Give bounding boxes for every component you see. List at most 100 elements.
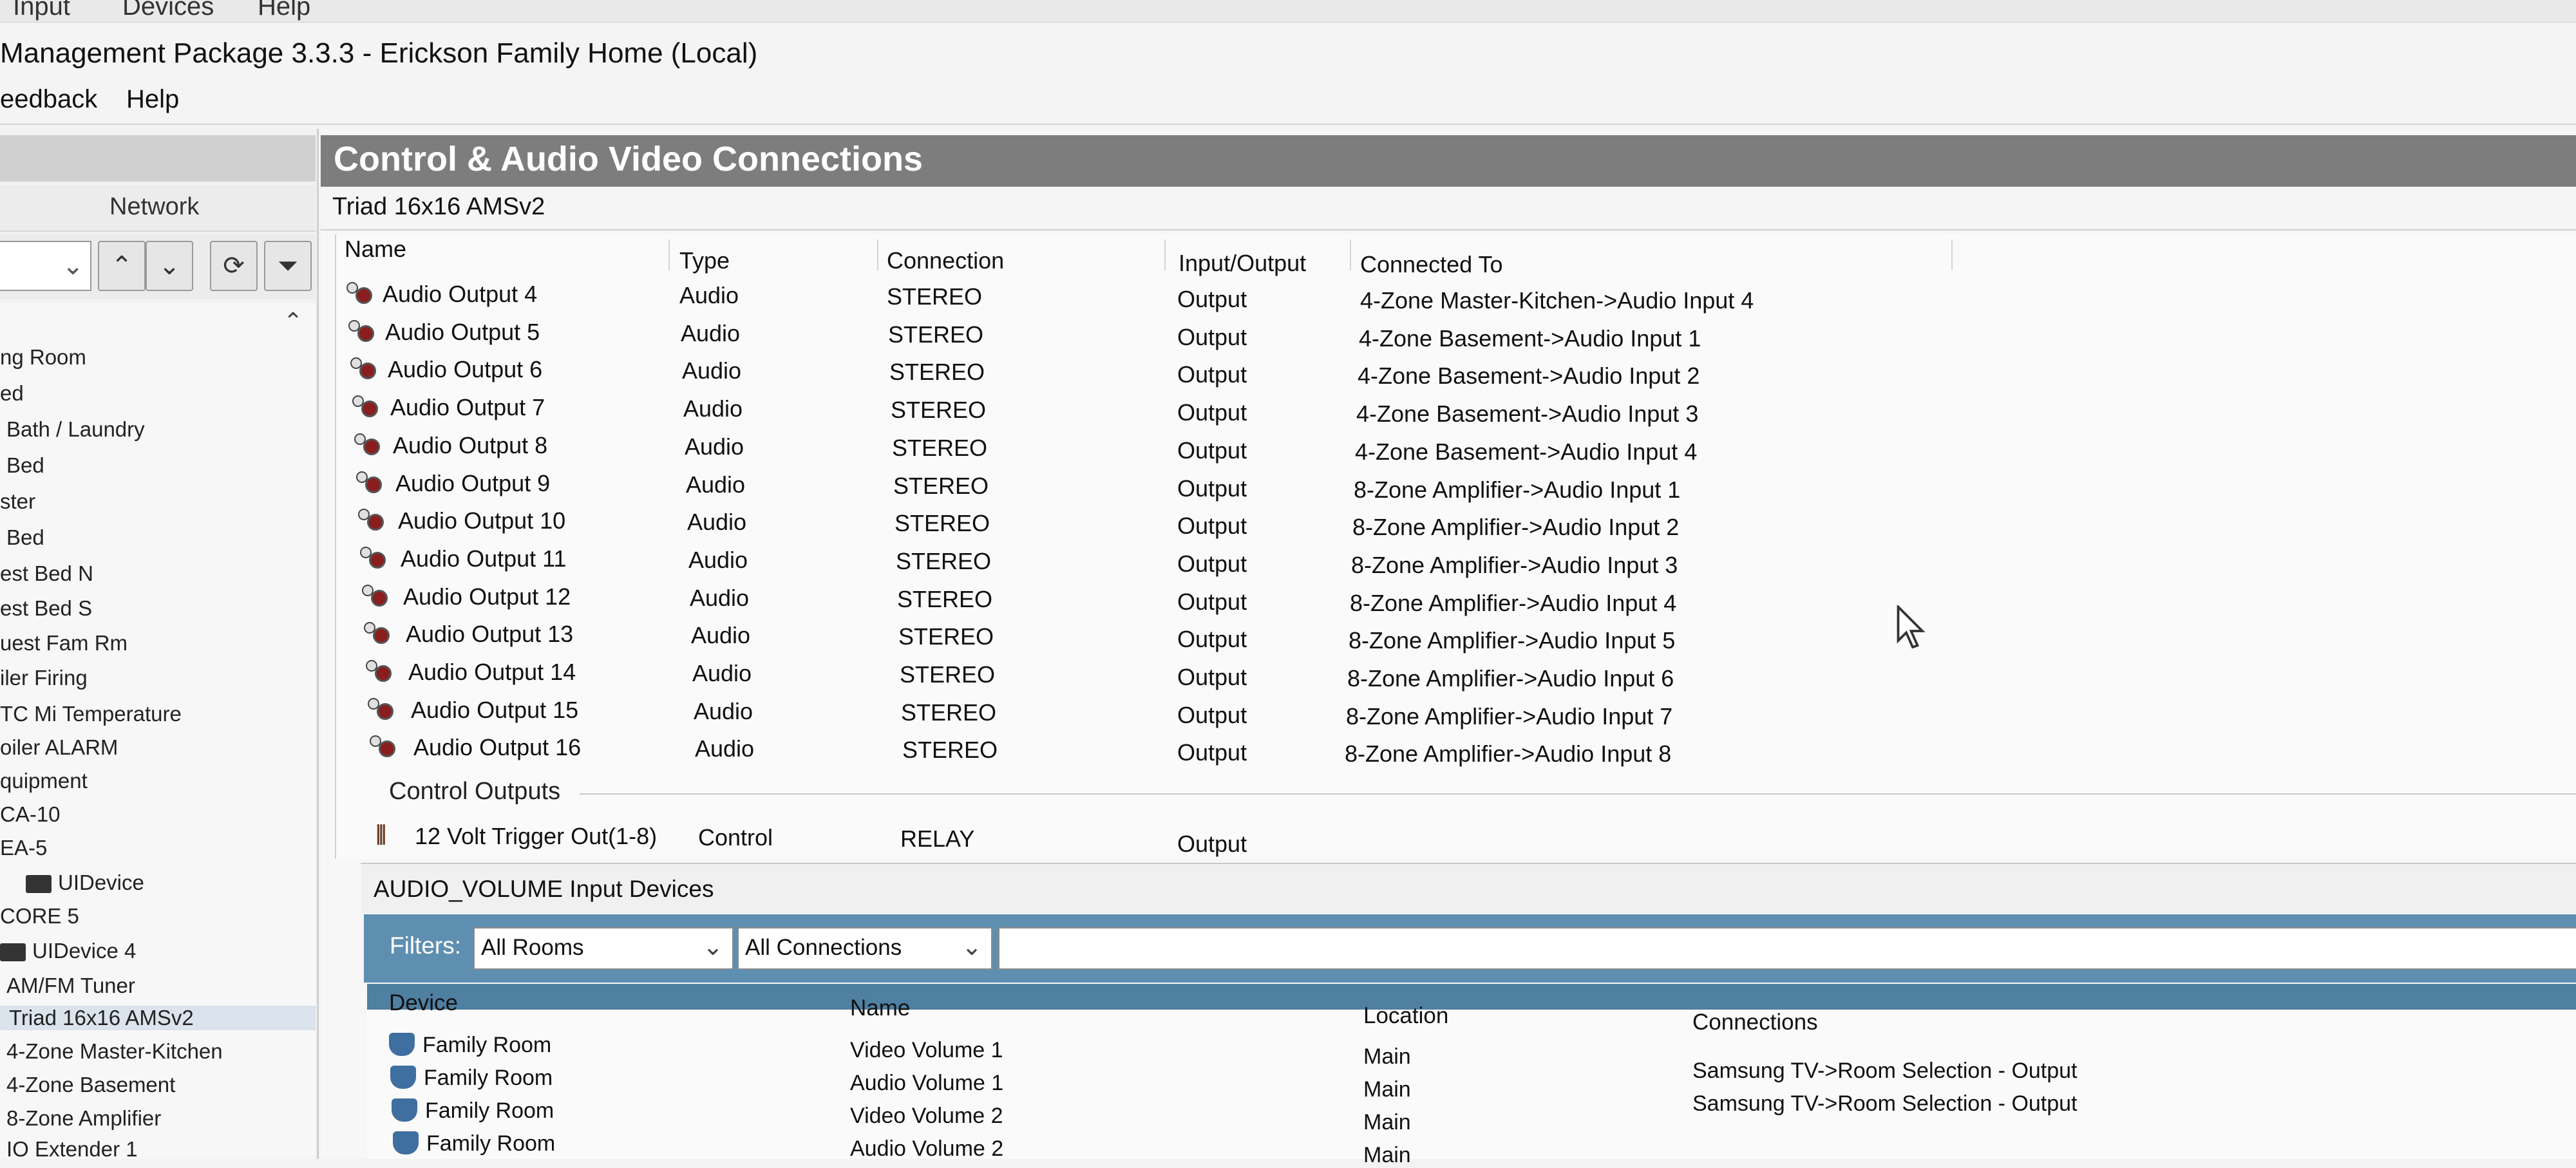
row-name[interactable]: Audio Output 8 [393,432,547,459]
tree-item-selected[interactable]: Triad 16x16 AMSv2 [0,1006,316,1030]
tree-item[interactable]: oiler ALARM [0,735,118,760]
search-input[interactable] [998,927,2576,970]
row-connected-to: 4-Zone Basement->Audio Input 2 [1358,363,1700,390]
tree-item[interactable]: 4-Zone Basement [6,1073,175,1097]
row-type: Audio [682,357,742,384]
row-name[interactable]: Audio Output 11 [401,545,567,572]
av-row-location: Main [1363,1044,1411,1069]
audio-volume-title: AUDIO_VOLUME Input Devices [374,876,714,902]
row-name[interactable]: Audio Output 14 [408,659,576,686]
menu-help[interactable]: Help [126,85,179,114]
row-type: Audio [692,660,752,686]
tree-item[interactable]: uest Fam Rm [0,631,128,655]
row-name[interactable]: Audio Output 13 [406,621,573,648]
tree-item[interactable]: 8-Zone Amplifier [6,1106,161,1131]
tree-item[interactable]: 4-Zone Master-Kitchen [6,1039,223,1064]
rooms-filter-value: All Rooms [481,935,584,960]
network-tab[interactable]: Network [0,185,316,232]
col-header-location[interactable]: Location [1363,1003,1448,1029]
tree-item[interactable]: ster [0,489,35,514]
tree-item[interactable]: quipment [0,769,88,793]
move-down-button[interactable]: ⌄ [146,241,193,291]
filter-button[interactable]: ⏷ [264,241,312,291]
section-divider [580,793,2576,795]
av-row-device[interactable]: Family Room [426,1131,555,1156]
row-name[interactable]: Audio Output 7 [390,394,545,421]
row-io: Output [1177,701,1247,728]
av-row-device[interactable]: Family Room [425,1098,554,1124]
av-row-name: Video Volume 1 [850,1038,1003,1062]
row-type: Audio [686,471,746,498]
column-divider[interactable] [877,240,878,270]
tree-item[interactable]: CA-10 [0,802,61,827]
connector-icon [377,702,393,720]
row-name[interactable]: Audio Output 4 [383,281,537,308]
chevron-up-icon: ⌃ [111,252,133,280]
tree-item[interactable]: AM/FM Tuner [6,974,135,998]
move-up-button[interactable]: ⌃ [98,241,146,291]
col-header-io[interactable]: Input/Output [1179,250,1306,277]
col-header-type[interactable]: Type [679,247,730,274]
row-name[interactable]: Audio Output 15 [411,697,578,724]
filters-label: Filters: [390,932,461,959]
tree-item[interactable]: Bed [6,453,44,478]
row-connected-to: 8-Zone Amplifier->Audio Input 4 [1350,589,1677,616]
tree-item[interactable]: est Bed N [0,561,93,586]
tree-item[interactable]: ed [0,381,24,406]
tree-item[interactable]: EA-5 [0,836,47,860]
tree-item[interactable]: Bed [6,525,44,550]
tree-item[interactable]: CORE 5 [0,904,79,928]
tree-item[interactable]: iler Firing [0,666,88,690]
connections-filter-value: All Connections [745,935,902,960]
column-divider[interactable] [1951,240,1953,270]
tree-item[interactable]: UIDevice [26,871,144,895]
scroll-up-icon[interactable]: ⌃ [283,308,303,335]
refresh-button[interactable]: ⟳ [210,241,258,291]
col-header-name[interactable]: Name [345,236,406,263]
row-connected-to: 8-Zone Amplifier->Audio Input 6 [1347,665,1674,692]
row-name[interactable]: Audio Output 5 [385,319,540,346]
device-select[interactable]: ⌄ [0,241,91,291]
row-name[interactable]: Audio Output 12 [403,583,571,610]
device-shield-icon [392,1098,417,1122]
tree-item[interactable]: UIDevice 4 [0,939,136,963]
control-row-io: Output [1177,831,1247,857]
row-io: Output [1177,513,1247,540]
menu-help-top[interactable]: Help [258,0,310,21]
av-row-location: Main [1363,1077,1411,1102]
connections-filter-select[interactable]: All Connections ⌄ [737,927,992,970]
tree-item[interactable]: Bath / Laundry [6,417,145,442]
col-header-connection[interactable]: Connection [887,247,1004,274]
rooms-filter-select[interactable]: All Rooms ⌄ [473,927,734,970]
column-divider[interactable] [668,240,670,270]
menu-feedback[interactable]: eedback [0,85,97,114]
row-name[interactable]: Audio Output 6 [388,356,542,383]
menubar: eedback Help [0,77,2576,125]
device-icon [0,943,26,962]
row-name[interactable]: Audio Output 10 [398,507,565,534]
col-header-connected-to[interactable]: Connected To [1360,251,1503,278]
row-connection: STEREO [887,283,983,310]
col-header-device[interactable]: Device [389,990,458,1016]
row-connected-to: 8-Zone Amplifier->Audio Input 3 [1351,551,1678,578]
av-row-device[interactable]: Family Room [422,1033,551,1058]
row-name[interactable]: Audio Output 16 [413,734,581,761]
row-name[interactable]: Audio Output 9 [395,470,550,497]
column-divider[interactable] [1164,240,1166,270]
menu-devices[interactable]: Devices [122,0,214,21]
col-header-connections[interactable]: Connections [1692,1010,1818,1035]
tree-item[interactable]: est Bed S [0,596,92,621]
menu-input[interactable]: Input [13,0,70,21]
column-divider[interactable] [1350,240,1351,270]
tree-item[interactable]: IO Extender 1 [6,1137,138,1162]
control-row-name[interactable]: 12 Volt Trigger Out(1-8) [415,823,657,850]
av-row-device[interactable]: Family Room [424,1066,553,1091]
tree-item[interactable]: ng Room [0,345,86,370]
row-type: Audio [691,622,751,649]
row-connected-to: 4-Zone Basement->Audio Input 4 [1355,438,1698,465]
tree-item[interactable]: TC Mi Temperature [0,702,182,726]
col-header-name[interactable]: Name [850,995,910,1021]
network-label: Network [109,193,200,220]
row-type: Audio [690,584,750,611]
mouse-cursor-icon [1897,605,1926,649]
